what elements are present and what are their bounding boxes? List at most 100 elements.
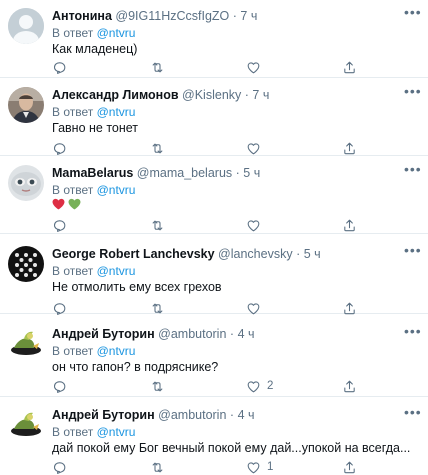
share-button[interactable] (342, 217, 357, 233)
share-icon (344, 219, 355, 231)
like-button[interactable] (246, 217, 267, 233)
share-icon (344, 380, 355, 392)
tweet[interactable]: Андрей Буторин @ambutorin · 4 ч В ответ … (0, 397, 428, 475)
reply-prefix: В ответ (52, 264, 94, 278)
retweet-button[interactable] (150, 59, 171, 75)
reply-mention[interactable]: @ntvru (97, 264, 136, 278)
tweet-actions (52, 59, 372, 75)
heart-outline-icon (247, 461, 260, 473)
reply-context: В ответ @ntvru (52, 182, 418, 198)
author-name[interactable]: Александр Лимонов (52, 88, 179, 102)
default-avatar-icon (8, 8, 44, 44)
tweet-header: Андрей Буторин @ambutorin · 4 ч (52, 325, 418, 343)
timestamp[interactable]: 7 ч (240, 9, 257, 23)
author-handle[interactable]: @ambutorin (158, 408, 226, 422)
retweet-button[interactable] (150, 378, 171, 394)
author-handle[interactable]: @9IG11HzCcsfIgZO (115, 9, 229, 23)
author-name[interactable]: MamaBelarus (52, 166, 133, 180)
share-button[interactable] (342, 140, 357, 156)
reply-feed: Антонина @9IG11HzCcsfIgZO · 7 ч В ответ … (0, 0, 428, 475)
tweet-header: MamaBelarus @mama_belarus · 5 ч (52, 164, 418, 182)
timestamp[interactable]: 4 ч (238, 327, 255, 341)
timestamp[interactable]: 5 ч (243, 166, 260, 180)
tweet[interactable]: Андрей Буторин @ambutorin · 4 ч В ответ … (0, 314, 428, 397)
timestamp[interactable]: 5 ч (304, 247, 321, 261)
author-handle[interactable]: @Kislenky (182, 88, 241, 102)
reply-prefix: В ответ (52, 26, 94, 40)
like-button[interactable]: 1 (246, 459, 273, 475)
tweet[interactable]: Антонина @9IG11HzCcsfIgZO · 7 ч В ответ … (0, 0, 428, 78)
reply-mention[interactable]: @ntvru (97, 105, 136, 119)
timestamp[interactable]: 4 ч (238, 408, 255, 422)
avatar[interactable] (8, 165, 44, 201)
share-button[interactable] (342, 59, 357, 75)
user-photo-icon (8, 246, 44, 282)
user-photo-icon (8, 87, 44, 123)
reply-context: В ответ @ntvru (52, 424, 418, 440)
reply-mention[interactable]: @ntvru (97, 425, 136, 439)
share-button[interactable] (342, 459, 357, 475)
reply-icon (53, 461, 66, 474)
reply-prefix: В ответ (52, 425, 94, 439)
author-name[interactable]: Андрей Буторин (52, 408, 155, 422)
avatar[interactable] (8, 326, 44, 362)
reply-context: В ответ @ntvru (52, 263, 418, 279)
reply-icon (53, 219, 66, 232)
reply-mention[interactable]: @ntvru (97, 26, 136, 40)
heart-outline-icon (247, 142, 260, 154)
more-options-icon[interactable]: ••• (404, 324, 421, 338)
author-handle[interactable]: @mama_belarus (137, 166, 232, 180)
separator-dot: · (235, 166, 240, 180)
more-options-icon[interactable]: ••• (404, 405, 421, 419)
more-options-icon[interactable]: ••• (404, 84, 421, 98)
avatar[interactable] (8, 246, 44, 282)
tweet-header: Андрей Буторин @ambutorin · 4 ч (52, 406, 418, 424)
tweet-text: Как младенец) (52, 42, 138, 56)
reply-button[interactable] (52, 59, 73, 75)
separator-dot: · (229, 408, 235, 422)
author-name[interactable]: Антонина (52, 9, 112, 23)
reply-mention[interactable]: @ntvru (97, 344, 136, 358)
author-handle[interactable]: @lanchevsky (218, 247, 293, 261)
tweet-actions: 1 (52, 459, 372, 475)
more-options-icon[interactable]: ••• (404, 5, 421, 19)
retweet-button[interactable] (150, 459, 171, 475)
heart-outline-icon (247, 219, 260, 231)
retweet-button[interactable] (150, 217, 171, 233)
more-options-icon[interactable]: ••• (404, 162, 421, 176)
reply-button[interactable] (52, 459, 73, 475)
tweet[interactable]: MamaBelarus @mama_belarus · 5 ч В ответ … (0, 156, 428, 234)
red-heart-icon (52, 198, 65, 210)
like-button[interactable] (246, 59, 267, 75)
author-name[interactable]: Андрей Буторин (52, 327, 155, 341)
reply-context: В ответ @ntvru (52, 25, 418, 41)
avatar[interactable] (8, 8, 44, 44)
tweet-text: он что гапон? в подряснике? (52, 360, 219, 374)
reply-icon (53, 61, 66, 74)
share-button[interactable] (342, 378, 357, 394)
retweet-icon (152, 462, 163, 472)
reply-button[interactable] (52, 378, 73, 394)
user-photo-icon (8, 407, 44, 443)
more-options-icon[interactable]: ••• (404, 243, 421, 257)
retweet-icon (152, 220, 163, 230)
avatar[interactable] (8, 87, 44, 123)
reply-icon (53, 142, 66, 155)
tweet[interactable]: Александр Лимонов @Kislenky · 7 ч В отве… (0, 78, 428, 156)
author-handle[interactable]: @ambutorin (158, 327, 226, 341)
like-button[interactable]: 2 (246, 378, 273, 394)
avatar[interactable] (8, 407, 44, 443)
reply-mention[interactable]: @ntvru (97, 183, 136, 197)
author-name[interactable]: George Robert Lanchevsky (52, 247, 215, 261)
reply-button[interactable] (52, 140, 73, 156)
reply-prefix: В ответ (52, 344, 94, 358)
tweet-header: George Robert Lanchevsky @lanchevsky · 5… (52, 245, 418, 263)
like-button[interactable] (246, 140, 267, 156)
timestamp[interactable]: 7 ч (252, 88, 269, 102)
reply-button[interactable] (52, 217, 73, 233)
retweet-button[interactable] (150, 140, 171, 156)
share-icon (344, 61, 355, 73)
tweet[interactable]: George Robert Lanchevsky @lanchevsky · 5… (0, 234, 428, 315)
reply-context: В ответ @ntvru (52, 104, 418, 120)
tweet-actions (52, 140, 372, 156)
